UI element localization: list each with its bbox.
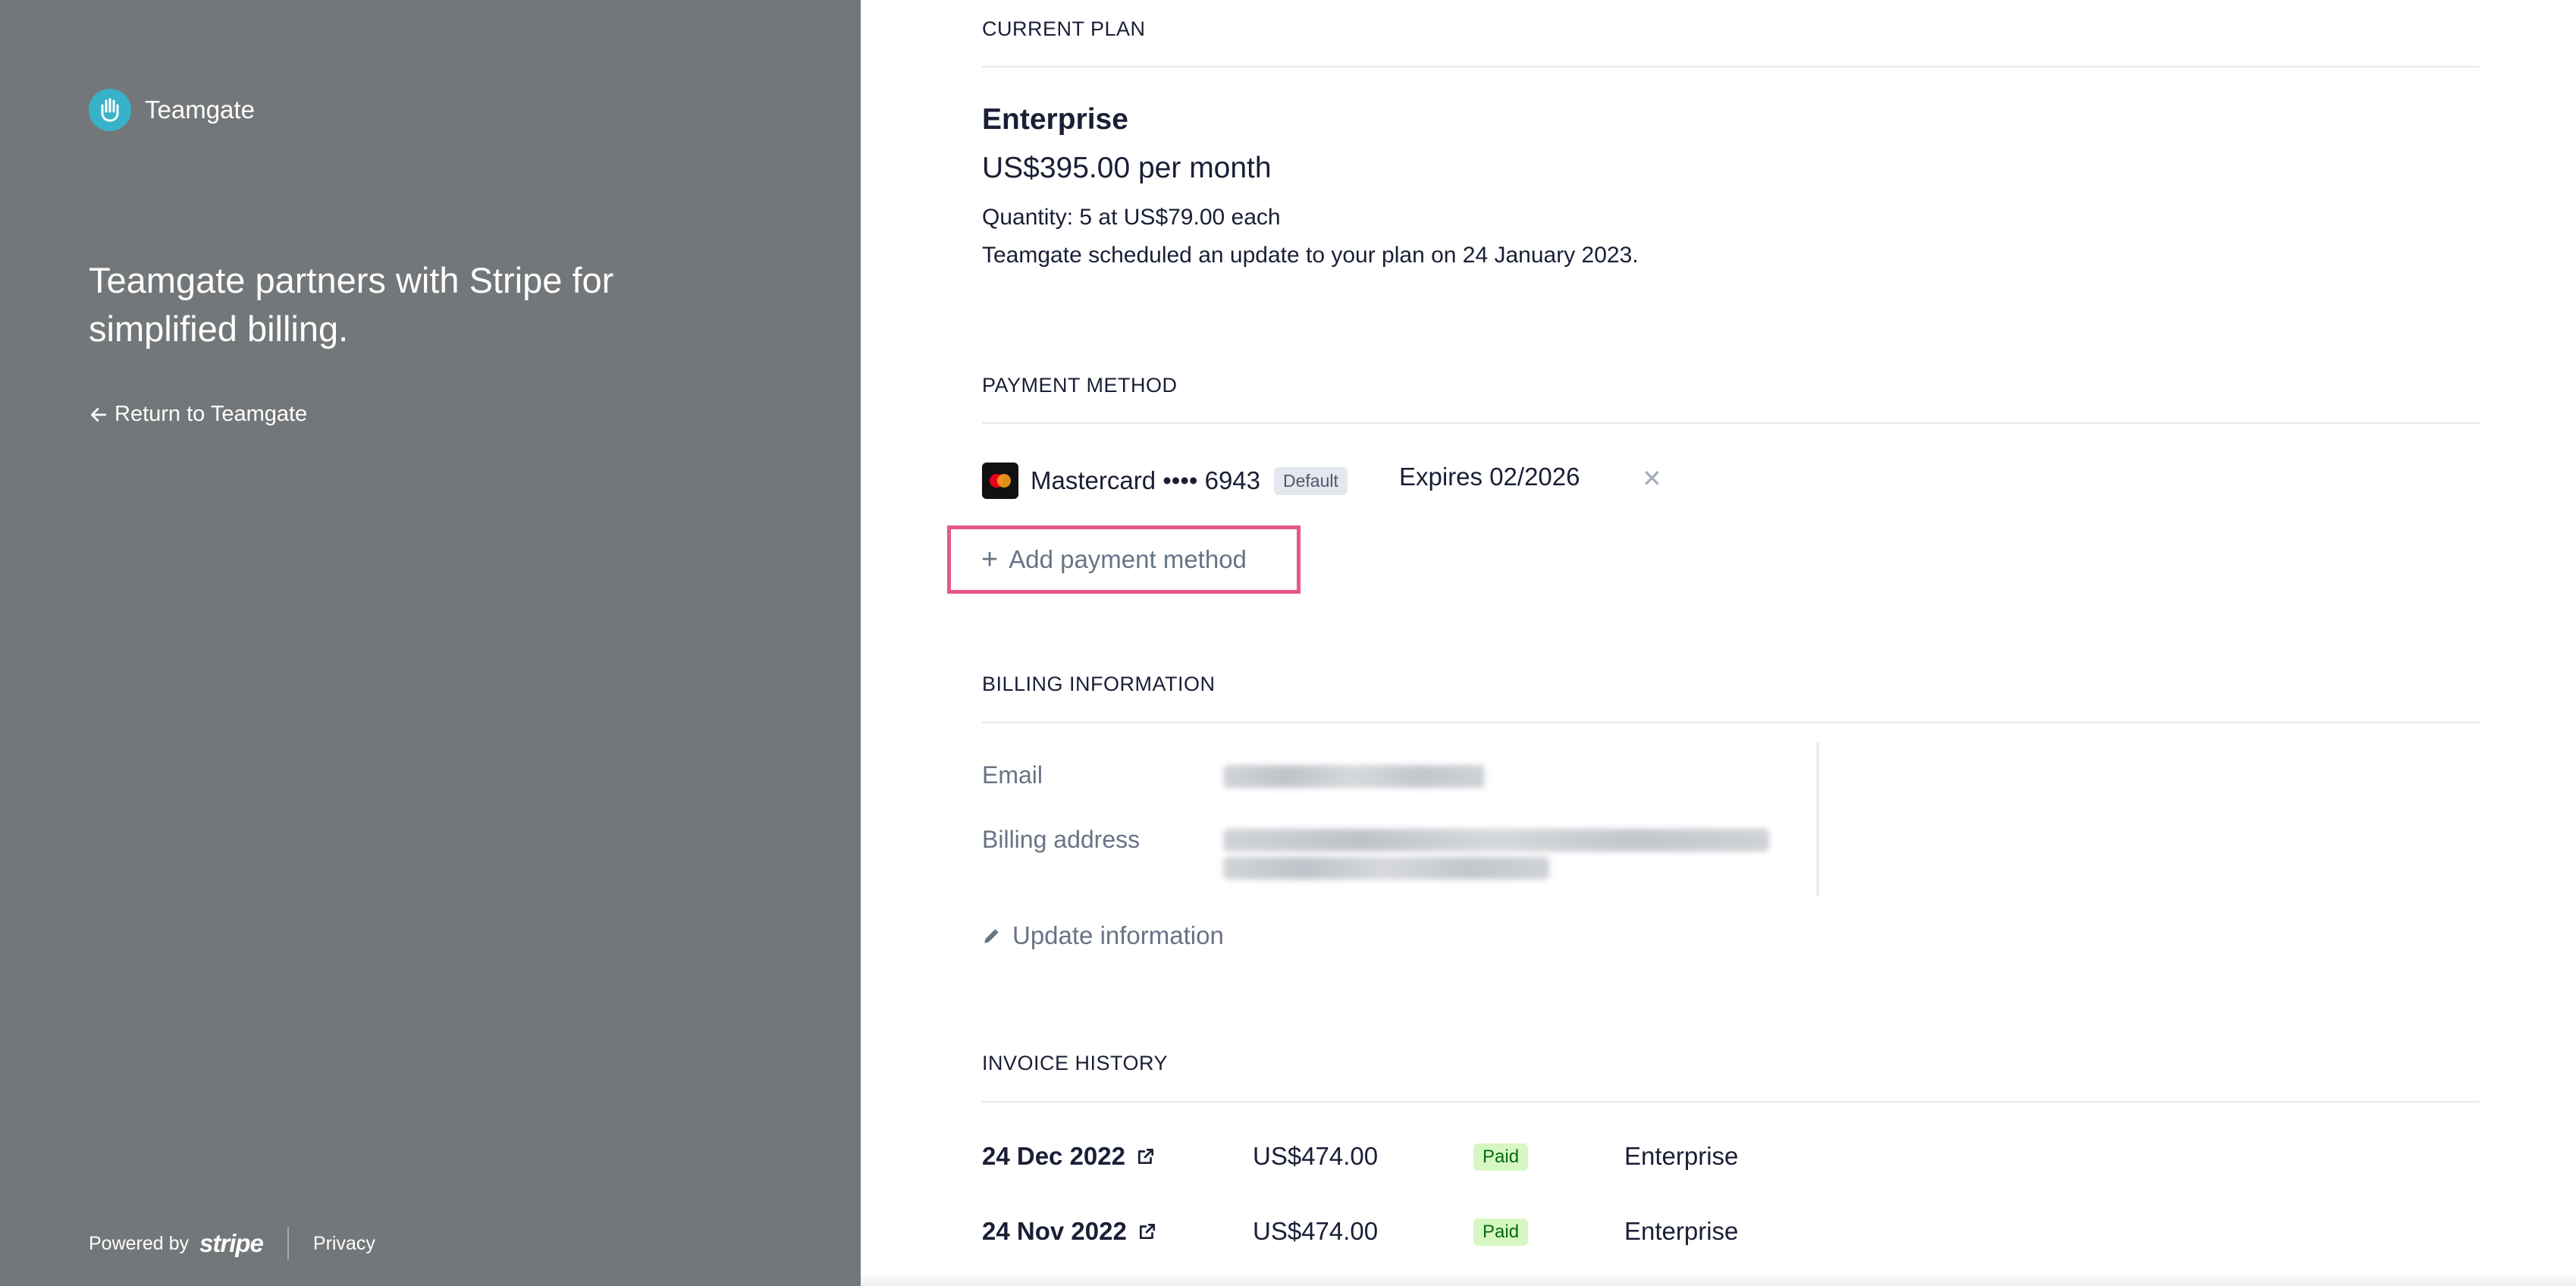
email-label: Email — [982, 761, 1043, 789]
payment-method-row: Mastercard •••• 6943 Default Expires 02/… — [982, 463, 1662, 499]
billing-information-title: BILLING INFORMATION — [982, 673, 1216, 695]
plan-price: US$395.00 per month — [982, 152, 1272, 184]
section-divider — [982, 66, 2480, 67]
invoice-row: 24 Nov 2022 US$474.00 Paid Enterprise — [982, 1217, 2480, 1255]
arrow-left-icon — [90, 407, 107, 422]
invoice-date-link[interactable]: 24 Nov 2022 — [982, 1217, 1157, 1246]
invoice-status-badge: Paid — [1473, 1143, 1529, 1171]
billing-address-label: Billing address — [982, 826, 1141, 853]
plan-update-note: Teamgate scheduled an update to your pla… — [982, 243, 1639, 268]
billing-info-divider — [1816, 742, 1819, 896]
sidebar-panel: Teamgate Teamgate partners with Stripe f… — [0, 0, 861, 1286]
scroll-fade — [861, 1274, 2576, 1286]
remove-card-close-icon[interactable]: ✕ — [1642, 464, 1662, 493]
default-badge: Default — [1274, 466, 1348, 495]
plan-quantity: Quantity: 5 at US$79.00 each — [982, 205, 1281, 230]
address-line-2-redacted — [1223, 857, 1549, 880]
billing-portal-page: Teamgate Teamgate partners with Stripe f… — [0, 0, 2576, 1286]
address-line-1-redacted — [1223, 829, 1769, 852]
invoice-status-badge: Paid — [1473, 1219, 1529, 1246]
brand: Teamgate — [89, 89, 255, 131]
section-divider — [982, 1101, 2480, 1103]
invoice-plan: Enterprise — [1624, 1142, 1739, 1170]
privacy-link[interactable]: Privacy — [313, 1233, 375, 1255]
invoice-history-title: INVOICE HISTORY — [982, 1052, 1169, 1074]
current-plan-title: CURRENT PLAN — [982, 17, 1146, 40]
main-content: CURRENT PLAN Enterprise US$395.00 per mo… — [861, 0, 2576, 1286]
payment-method-title: PAYMENT METHOD — [982, 374, 1178, 397]
invoice-amount: US$474.00 — [1253, 1217, 1379, 1245]
card-label: Mastercard •••• 6943 — [1031, 466, 1261, 494]
add-payment-method-button[interactable]: + Add payment method — [947, 525, 1301, 594]
powered-by-label: Powered by — [89, 1232, 190, 1254]
add-payment-method-label: Add payment method — [1009, 545, 1247, 573]
mastercard-icon — [982, 463, 1018, 499]
card-expiry: Expires 02/2026 — [1399, 463, 1580, 491]
content-column: CURRENT PLAN Enterprise US$395.00 per mo… — [947, 0, 2480, 1286]
teamgate-logo-icon — [89, 89, 131, 131]
section-divider — [982, 422, 2480, 424]
return-to-teamgate-link[interactable]: Return to Teamgate — [89, 402, 307, 427]
footer-divider — [287, 1227, 289, 1260]
stripe-logo[interactable]: stripe — [199, 1229, 264, 1258]
return-link-label: Return to Teamgate — [115, 402, 308, 426]
update-information-label: Update information — [1012, 921, 1224, 949]
invoice-row: 24 Dec 2022 US$474.00 Paid Enterprise — [982, 1142, 2480, 1180]
invoice-date: 24 Dec 2022 — [982, 1142, 1125, 1170]
invoice-amount: US$474.00 — [1253, 1142, 1379, 1170]
update-information-button[interactable]: Update information — [982, 921, 1224, 950]
external-link-icon — [1137, 1148, 1154, 1165]
external-link-icon — [1139, 1223, 1155, 1240]
invoice-date-link[interactable]: 24 Dec 2022 — [982, 1142, 1156, 1171]
brand-name: Teamgate — [145, 96, 255, 124]
email-value-redacted — [1223, 765, 1485, 788]
invoice-date: 24 Nov 2022 — [982, 1217, 1127, 1245]
section-divider — [982, 722, 2480, 723]
sidebar-footer: Powered by stripe Privacy — [89, 1227, 375, 1260]
plan-name: Enterprise — [982, 103, 1128, 136]
plus-icon: + — [981, 543, 999, 576]
invoice-plan: Enterprise — [1624, 1217, 1739, 1245]
tagline: Teamgate partners with Stripe for simpli… — [89, 260, 614, 349]
pencil-icon — [984, 929, 999, 943]
